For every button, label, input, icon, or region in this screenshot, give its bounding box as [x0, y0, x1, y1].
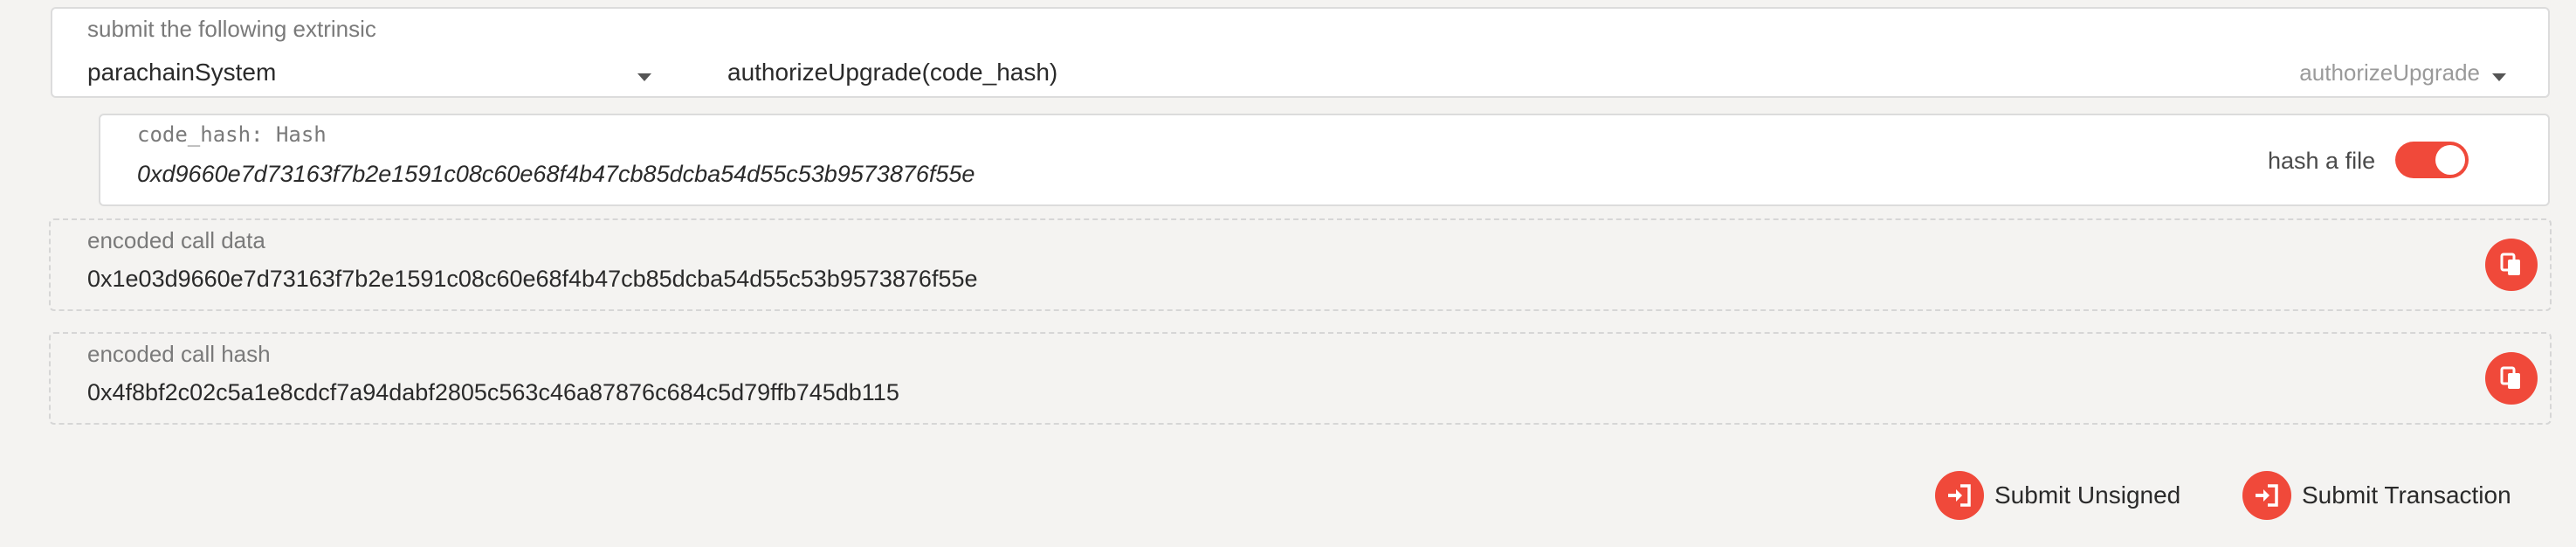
submit-transaction-label: Submit Transaction [2302, 481, 2511, 509]
code-hash-param: code_hash: Hash 0xd9660e7d73163f7b2e1591… [99, 114, 2550, 206]
sign-in-icon [2242, 471, 2291, 520]
section-dropdown-value: parachainSystem [87, 59, 277, 86]
hash-a-file-toggle[interactable] [2395, 142, 2469, 178]
extrinsic-selector: submit the following extrinsic parachain… [51, 7, 2550, 98]
method-dropdown-value: authorizeUpgrade(code_hash) [727, 59, 1058, 86]
extrinsic-submission-page: submit the following extrinsic parachain… [0, 0, 2576, 547]
method-dropdown[interactable]: authorizeUpgrade(code_hash) authorizeUpg… [681, 44, 2532, 96]
extrinsic-label: submit the following extrinsic [87, 16, 376, 42]
toggle-knob [2435, 145, 2465, 175]
encoded-call-data-box: encoded call data 0x1e03d9660e7d73163f7b… [49, 218, 2552, 311]
code-hash-label: code_hash: Hash [137, 122, 327, 147]
encoded-call-hash-box: encoded call hash 0x4f8bf2c02c5a1e8cdcf7… [49, 332, 2552, 425]
encoded-call-hash-value: 0x4f8bf2c02c5a1e8cdcf7a94dabf2805c563c46… [87, 379, 899, 405]
submit-unsigned-button[interactable]: Submit Unsigned [1935, 470, 2180, 521]
encoded-call-data-value: 0x1e03d9660e7d73163f7b2e1591c08c60e68f4b… [87, 266, 978, 292]
method-hint-text: authorizeUpgrade [2299, 59, 2480, 86]
section-dropdown[interactable]: parachainSystem [52, 44, 664, 96]
submit-unsigned-label: Submit Unsigned [1994, 481, 2181, 509]
submit-transaction-button[interactable]: Submit Transaction [2242, 470, 2511, 521]
encoded-call-hash-label: encoded call hash [87, 341, 271, 367]
copy-call-data-button[interactable] [2485, 239, 2538, 291]
sign-in-icon [1935, 471, 1984, 520]
copy-call-hash-button[interactable] [2485, 352, 2538, 405]
chevron-down-icon [2492, 73, 2506, 81]
chevron-down-icon [637, 73, 651, 81]
code-hash-input[interactable]: 0xd9660e7d73163f7b2e1591c08c60e68f4b47cb… [137, 161, 975, 188]
hash-a-file-label: hash a file [2268, 148, 2376, 174]
encoded-call-data-label: encoded call data [87, 227, 265, 253]
copy-icon [2500, 253, 2520, 275]
copy-icon [2500, 366, 2520, 389]
